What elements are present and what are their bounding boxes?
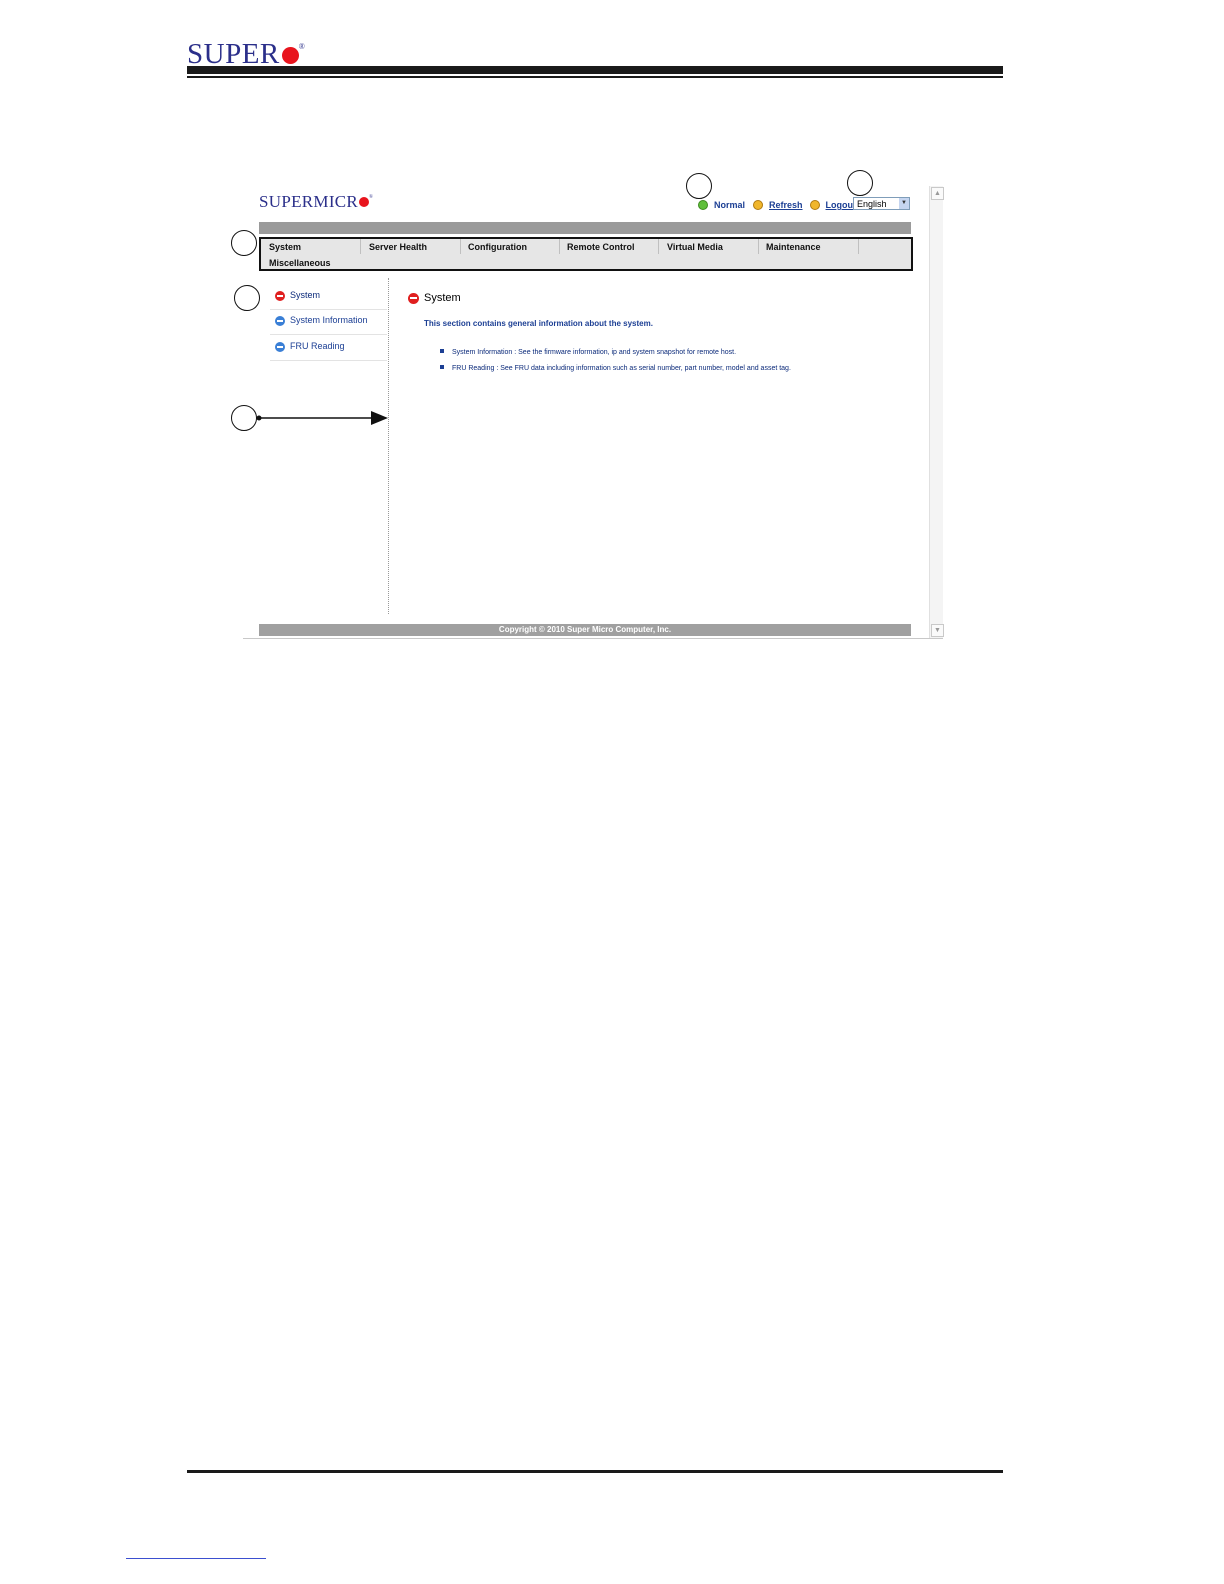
app-logo-reg: ® bbox=[369, 195, 374, 200]
chevron-down-icon[interactable]: ▼ bbox=[899, 198, 909, 209]
menu-maintenance[interactable]: Maintenance bbox=[766, 242, 821, 252]
footer-link-underline bbox=[126, 1558, 266, 1559]
menu-separator bbox=[758, 239, 759, 254]
app-logo: SUPERMICR ® bbox=[259, 192, 373, 212]
status-normal: Normal bbox=[714, 200, 746, 210]
callout-circle bbox=[234, 285, 260, 311]
logo-dot-icon bbox=[281, 47, 299, 64]
page-logo-reg: ® bbox=[298, 42, 306, 51]
list-item-text: System Information : See the firmware in… bbox=[452, 349, 737, 356]
callout-circle bbox=[231, 230, 257, 256]
vertical-scrollbar[interactable]: ▲ ▼ bbox=[929, 186, 944, 638]
footer-rule bbox=[187, 1470, 1003, 1473]
menu-separator bbox=[658, 239, 659, 254]
page-title-text: System bbox=[424, 292, 461, 304]
main-menu: System Server Health Configuration Remot… bbox=[259, 237, 913, 271]
sidebar-item-label: System Information bbox=[290, 315, 368, 325]
sidebar-item-system-information[interactable]: System Information bbox=[270, 310, 387, 335]
bullet-icon bbox=[440, 365, 444, 369]
arrow-circle-icon bbox=[275, 291, 285, 301]
page-description: This section contains general informatio… bbox=[424, 319, 653, 328]
arrow-circle-icon bbox=[275, 316, 285, 326]
menu-separator bbox=[858, 239, 859, 254]
list-item-text: FRU Reading : See FRU data including inf… bbox=[452, 365, 791, 372]
menu-separator bbox=[360, 239, 361, 254]
chevron-down-icon[interactable]: ▼ bbox=[931, 624, 944, 637]
sidebar-item-label: System bbox=[290, 290, 321, 300]
bullet-icon bbox=[440, 349, 444, 353]
arrow-circle-icon bbox=[408, 292, 419, 304]
language-value: English bbox=[857, 199, 887, 209]
content-divider bbox=[388, 278, 389, 614]
app-logo-dot-icon bbox=[359, 197, 370, 207]
logout-icon[interactable] bbox=[809, 200, 820, 210]
menu-separator bbox=[559, 239, 560, 254]
status-bar: Normal Refresh Logout bbox=[698, 197, 863, 213]
sidebar-item-fru-reading[interactable]: FRU Reading bbox=[270, 336, 387, 361]
list-item: System Information : See the firmware in… bbox=[440, 349, 736, 356]
menu-system[interactable]: System bbox=[269, 242, 301, 252]
header-gray-bar bbox=[259, 222, 911, 234]
chevron-up-icon[interactable]: ▲ bbox=[931, 187, 944, 200]
header-rule-thick bbox=[187, 66, 1003, 74]
copyright-bar: Copyright © 2010 Super Micro Computer, I… bbox=[259, 624, 911, 636]
app-logo-text: SUPERMICR bbox=[259, 192, 359, 211]
callout-arrow bbox=[256, 411, 388, 425]
callout-circle bbox=[847, 170, 873, 196]
arrow-circle-icon bbox=[275, 342, 285, 352]
menu-configuration[interactable]: Configuration bbox=[468, 242, 527, 252]
refresh-link[interactable]: Refresh bbox=[769, 200, 803, 210]
menu-virtual-media[interactable]: Virtual Media bbox=[667, 242, 723, 252]
menu-miscellaneous[interactable]: Miscellaneous bbox=[269, 258, 331, 268]
callout-circle bbox=[231, 405, 257, 431]
page-title: System bbox=[408, 292, 461, 304]
menu-remote-control[interactable]: Remote Control bbox=[567, 242, 635, 252]
refresh-icon[interactable] bbox=[753, 200, 764, 210]
language-select[interactable]: English ▼ bbox=[853, 197, 910, 210]
page-logo: SUPER ® bbox=[187, 33, 305, 69]
logout-link[interactable]: Logout bbox=[826, 200, 857, 210]
sidebar-item-label: FRU Reading bbox=[290, 341, 345, 351]
list-item: FRU Reading : See FRU data including inf… bbox=[440, 365, 791, 372]
callout-circle bbox=[686, 173, 712, 199]
menu-server-health[interactable]: Server Health bbox=[369, 242, 427, 252]
menu-separator bbox=[460, 239, 461, 254]
header-rule-thin bbox=[187, 76, 1003, 78]
sidebar-item-system[interactable]: System bbox=[270, 285, 387, 310]
check-circle-icon bbox=[698, 200, 708, 210]
